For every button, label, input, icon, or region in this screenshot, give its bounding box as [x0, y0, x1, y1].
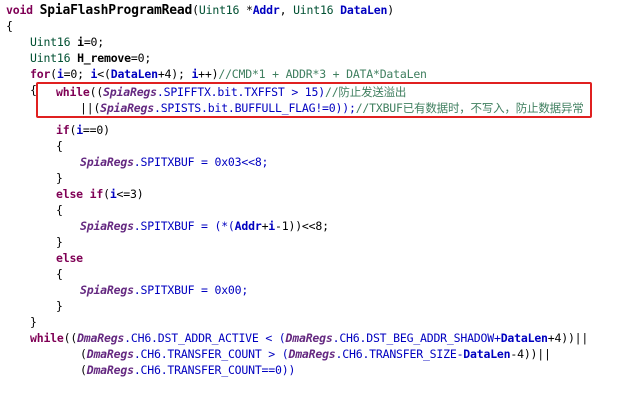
- code-line-24: (DmaRegs.CH6.TRANSFER_COUNT==0)): [80, 363, 296, 377]
- code-line-19: SpiaRegs.SPITXBUF = 0x00;: [80, 283, 249, 297]
- code-line-23: (DmaRegs.CH6.TRANSFER_COUNT > (DmaRegs.C…: [80, 347, 551, 361]
- annotation-highlight-box: [36, 82, 592, 118]
- code-editor[interactable]: void SpiaFlashProgramRead(Uint16 *Addr, …: [0, 0, 640, 405]
- code-line-17: else: [56, 251, 83, 265]
- code-line-1: void SpiaFlashProgramRead(Uint16 *Addr, …: [6, 3, 394, 18]
- code-line-13: else if(i<=3): [56, 187, 144, 201]
- code-line-14: {: [56, 203, 63, 217]
- code-line-10: {: [56, 139, 63, 153]
- code-line-15: SpiaRegs.SPITXBUF = (*(Addr+i-1))<<8;: [80, 219, 329, 233]
- code-line-9: if(i==0): [56, 123, 110, 137]
- code-line-11: SpiaRegs.SPITXBUF = 0x03<<8;: [80, 155, 269, 169]
- code-line-16: }: [56, 235, 63, 249]
- code-line-20: }: [56, 299, 63, 313]
- code-line-22: while((DmaRegs.CH6.DST_ADDR_ACTIVE < (Dm…: [30, 331, 589, 345]
- code-line-2: {: [6, 19, 13, 33]
- code-line-21: }: [30, 315, 37, 329]
- code-line-12: }: [56, 171, 63, 185]
- code-line-4: Uint16 H_remove=0;: [30, 51, 152, 65]
- code-line-3: Uint16 i=0;: [30, 35, 104, 49]
- function-name: SpiaFlashProgramRead: [39, 3, 193, 18]
- code-line-5: for(i=0; i<(DataLen+4); i++)//CMD*1 + AD…: [30, 67, 427, 81]
- code-line-18: {: [56, 267, 63, 281]
